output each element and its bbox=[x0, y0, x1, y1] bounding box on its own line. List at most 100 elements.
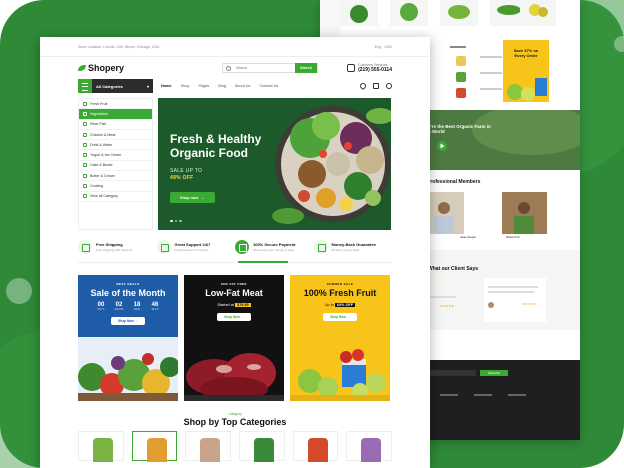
butter-icon bbox=[83, 173, 87, 178]
slider-dot[interactable] bbox=[179, 219, 182, 222]
header: Shopery Search Customer Services (219) 5… bbox=[40, 57, 430, 79]
category-sidebar: Fresh Fruit Vegetables River Fish Chicke… bbox=[78, 98, 153, 230]
hero-banner: Fresh & Healthy Organic Food SALE UP TO … bbox=[158, 98, 391, 230]
bag-icon bbox=[235, 240, 249, 254]
hero-title: Fresh & Healthy Organic Food bbox=[170, 132, 262, 160]
sidebar-item-cake[interactable]: Cake & Bread bbox=[79, 161, 152, 172]
header-actions bbox=[358, 81, 392, 91]
sidebar-item-fish[interactable]: River Fish bbox=[79, 120, 152, 130]
sidebar-item-view-all[interactable]: View all Category bbox=[79, 192, 152, 202]
search-button[interactable]: Search bbox=[295, 63, 317, 73]
hero-sale-value: 48% OFF bbox=[170, 175, 194, 181]
features-bar: Free Shipping Free shipping with discount… bbox=[40, 240, 430, 262]
slider-dots[interactable] bbox=[170, 219, 182, 222]
sidebar-item-meat[interactable]: Chicken & Meat bbox=[79, 130, 152, 141]
sidebar-item-drink[interactable]: Drink & Water bbox=[79, 140, 152, 151]
video-title: We're the Best Organic Farm in the World bbox=[424, 124, 491, 134]
nav-link-contact[interactable]: Contact Us bbox=[259, 84, 278, 88]
price-tag: 64% OFF bbox=[334, 303, 356, 307]
features-underline bbox=[78, 261, 392, 263]
rating-stars: ★★★★★ bbox=[440, 304, 455, 308]
chevron-down-icon: ▾ bbox=[146, 83, 149, 89]
search-input[interactable] bbox=[228, 64, 295, 72]
search-box: Search bbox=[222, 63, 318, 73]
user-icon[interactable] bbox=[386, 83, 392, 89]
feature-money-back: Money-Back Guarantee 30 days money-back bbox=[313, 240, 393, 254]
nav-link-blog[interactable]: Blog bbox=[218, 84, 226, 88]
pan-icon bbox=[83, 184, 87, 189]
sidebar-item-butter[interactable]: Butter & Cream bbox=[79, 171, 152, 182]
slider-dot[interactable] bbox=[174, 219, 177, 222]
truck-icon bbox=[78, 240, 92, 254]
all-categories-button[interactable]: All Categories ▾ bbox=[78, 79, 153, 93]
fish-icon bbox=[83, 122, 87, 127]
hero-sale: SALE UP TO 48% OFF bbox=[170, 168, 203, 181]
headphones-icon bbox=[156, 240, 171, 254]
slider-dot[interactable] bbox=[170, 219, 173, 222]
category-card[interactable] bbox=[346, 431, 393, 462]
shop-now-button[interactable]: Shop Now → bbox=[323, 313, 357, 321]
nav-link-home[interactable]: Home bbox=[161, 84, 172, 88]
testimonial-card: ★★★★★ bbox=[484, 278, 546, 322]
cake-icon bbox=[83, 163, 87, 168]
shop-by-category-heading: Category Shop by Top Categories bbox=[183, 412, 287, 427]
meat-icon bbox=[83, 132, 87, 137]
plus-icon bbox=[83, 194, 87, 199]
testimonials-title: What our Client Says bbox=[428, 266, 479, 272]
bottle-icon bbox=[83, 142, 87, 147]
member-name: Robert Fox bbox=[506, 235, 520, 239]
countdown-timer: 00 DAYS 02 HOURS 18 MINS 46 SECS bbox=[97, 302, 159, 311]
subscribe-button[interactable]: Subscribe bbox=[480, 370, 508, 376]
hero-row: Fresh Fruit Vegetables River Fish Chicke… bbox=[40, 98, 430, 230]
package-icon bbox=[313, 240, 328, 254]
nav-links: Home Shop Pages Blog About Us Contact Us bbox=[161, 84, 278, 88]
locale-selector[interactable]: Eng · USD bbox=[375, 45, 392, 49]
vegetables-image bbox=[78, 337, 178, 401]
hero-shop-now-button[interactable]: Shop now → bbox=[170, 192, 215, 203]
category-card[interactable] bbox=[292, 431, 339, 462]
showcase-frame: Save 37% on Every Order We're the Best O… bbox=[0, 0, 624, 468]
carrot-icon bbox=[83, 111, 87, 116]
sidebar-item-fruit[interactable]: Fresh Fruit bbox=[79, 99, 152, 110]
bag-icon[interactable] bbox=[373, 83, 379, 89]
arrow-right-icon: → bbox=[201, 195, 205, 200]
category-card[interactable] bbox=[131, 431, 178, 462]
nav-link-about[interactable]: About Us bbox=[235, 84, 251, 88]
rating-stars: ★★★★★ bbox=[522, 302, 537, 306]
promo-sale-of-month[interactable]: BEST DEALS Sale of the Month 00 DAYS 02 HO… bbox=[78, 275, 178, 401]
shop-now-button[interactable]: Shop Now → bbox=[111, 317, 145, 325]
category-card[interactable] bbox=[185, 431, 232, 462]
main-nav: All Categories ▾ Home Shop Pages Blog Ab… bbox=[40, 79, 430, 93]
category-card[interactable] bbox=[78, 431, 124, 462]
homepage-preview: Store Location: Lincoln- 344, Illinois, … bbox=[40, 37, 430, 468]
heart-icon[interactable] bbox=[358, 81, 368, 91]
support-phone: (219) 555-0114 bbox=[358, 67, 392, 73]
promo-low-fat-meat[interactable]: 85% FAT FREE Low-Fat Meat Started at $79… bbox=[184, 275, 284, 401]
sidebar-item-vegetables[interactable]: Vegetables bbox=[79, 109, 152, 120]
member-name: Jane Cooper bbox=[460, 235, 477, 239]
decor-dot bbox=[6, 278, 32, 304]
category-card[interactable] bbox=[239, 431, 285, 462]
feature-secure-payment: 100% Secure Payment We ensure your money … bbox=[235, 240, 314, 254]
promo-card-text: Save 37% on Every Order bbox=[513, 48, 539, 58]
decor-dot bbox=[614, 36, 624, 52]
sidebar-item-cooking[interactable]: Cooking bbox=[79, 181, 152, 192]
menu-icon bbox=[78, 79, 92, 93]
search-icon bbox=[223, 65, 231, 71]
promo-banners: BEST DEALS Sale of the Month 00 DAYS 02 HO… bbox=[40, 275, 430, 401]
store-location: Store Location: Lincoln- 344, Illinois, … bbox=[78, 44, 160, 49]
top-bar: Store Location: Lincoln- 344, Illinois, … bbox=[40, 37, 430, 57]
promo-fresh-fruit[interactable]: SUMMER SALE 100% Fresh Fruit Up to 64% O… bbox=[290, 275, 390, 401]
feature-free-shipping: Free Shipping Free shipping with discount bbox=[78, 240, 157, 254]
feature-support: Great Support 24/7 Instant access to Cont… bbox=[156, 240, 236, 254]
nav-link-shop[interactable]: Shop bbox=[181, 84, 190, 88]
price-tag: $79.99 bbox=[234, 303, 251, 307]
team-title: Professional Members bbox=[427, 179, 481, 185]
nav-link-pages[interactable]: Pages bbox=[198, 84, 209, 88]
sidebar-item-yogurt[interactable]: Yogurt & Ice Cream bbox=[79, 150, 152, 161]
meat-image bbox=[184, 337, 284, 401]
phone-icon bbox=[347, 64, 356, 72]
shop-now-button[interactable]: Shop Now → bbox=[217, 313, 251, 321]
logo[interactable]: Shopery bbox=[78, 63, 184, 73]
apple-icon bbox=[83, 101, 87, 106]
